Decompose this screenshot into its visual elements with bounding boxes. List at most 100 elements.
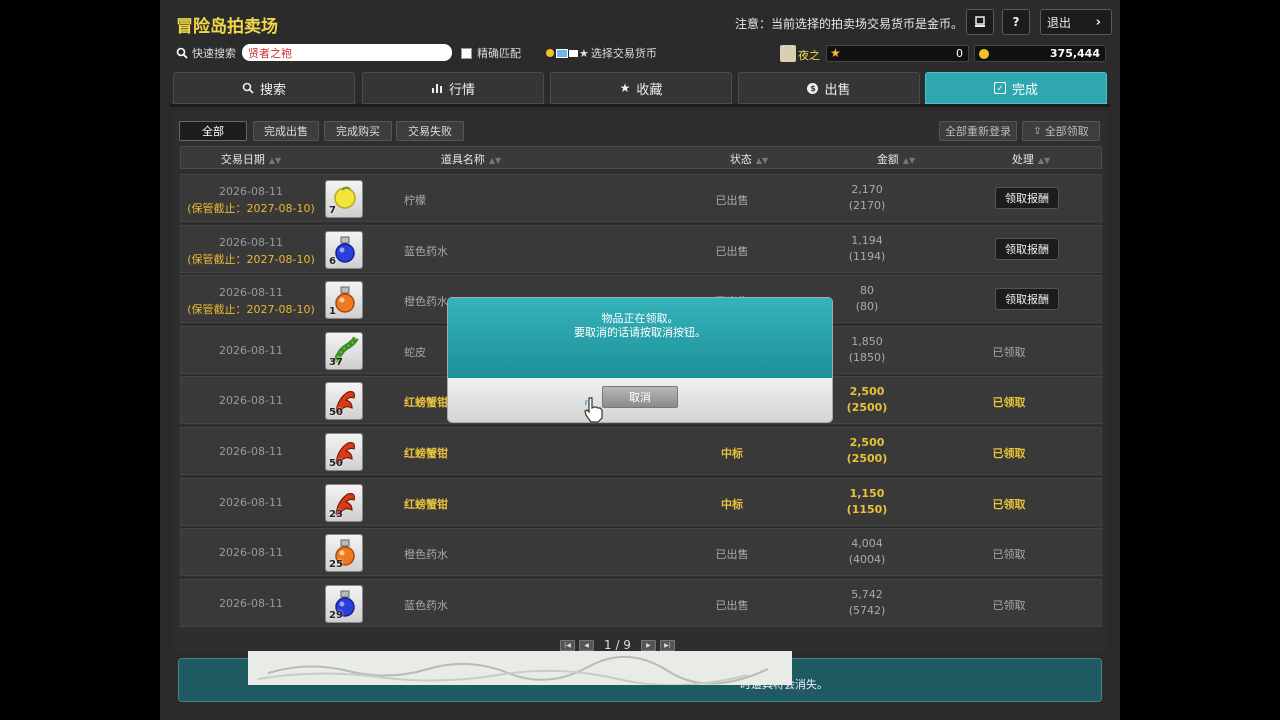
amount-value: 4,004 <box>851 537 883 551</box>
points-display: ★ 0 <box>826 45 969 62</box>
card-icon <box>569 49 578 57</box>
item-quantity: 6 <box>329 255 336 267</box>
last-page-button[interactable]: ▶| <box>659 639 675 651</box>
tab-divider <box>170 104 1110 107</box>
search-label: 快速搜索 <box>192 47 236 60</box>
filter-failed[interactable]: 交易失败 <box>396 121 464 141</box>
crab-claw-icon: 50 <box>325 382 363 421</box>
prev-page-button[interactable]: ◀ <box>579 639 594 651</box>
app-title: 冒险岛拍卖场 <box>176 17 278 37</box>
column-header-item[interactable]: 道具名称 ▲▼ <box>441 151 501 167</box>
tab-favorites[interactable]: ★ 收藏 <box>550 72 732 104</box>
sort-icon: ▲▼ <box>268 156 282 165</box>
tab-complete[interactable]: ✓ 完成 <box>925 72 1107 104</box>
storage-deadline: (保管截止：2027-08-10) <box>187 202 315 215</box>
claimed-label: 已领取 <box>992 548 1026 562</box>
item-name: 橙色药水 <box>404 295 448 309</box>
crab-claw-icon: 23 <box>325 483 363 522</box>
filter-sold[interactable]: 完成出售 <box>253 121 319 141</box>
star-icon: ★ <box>830 46 841 60</box>
bar-chart-icon <box>431 84 442 93</box>
trade-date: 2026-08-11 <box>219 343 283 357</box>
claim-reward-button[interactable]: 领取报酬 <box>995 187 1059 209</box>
filter-all[interactable]: 全部 <box>179 121 247 141</box>
relist-all-button[interactable]: 全部重新登录 <box>939 121 1017 141</box>
cancel-button[interactable]: 取消 <box>602 386 678 408</box>
amount-raw: (2500) <box>846 452 888 465</box>
amount-raw: (5742) <box>848 603 886 617</box>
amount-value: 1,194 <box>851 233 883 247</box>
amount-raw: (1850) <box>848 350 886 364</box>
tab-label: 出售 <box>824 82 851 98</box>
exact-match-option[interactable]: 精确匹配 <box>461 44 521 62</box>
item-name: 橙色药水 <box>404 548 448 562</box>
item-name: 红螃蟹钳 <box>404 497 448 511</box>
column-header-status[interactable]: 状态 ▲▼ <box>730 151 768 167</box>
snake-skin-icon: 37 <box>325 331 363 370</box>
claim-all-label: 全部领取 <box>1044 125 1089 138</box>
claim-reward-button[interactable]: 领取报酬 <box>995 237 1059 260</box>
trade-date: 2026-08-11 <box>219 286 283 300</box>
storage-deadline: (保管截止：2027-08-10) <box>187 303 315 317</box>
trade-status: 已出售 <box>715 598 749 612</box>
claimed-label: 已领取 <box>992 447 1026 460</box>
blue-potion-icon: 6 <box>325 230 363 269</box>
item-name: 蛇皮 <box>404 345 426 359</box>
table-row: 2026-08-11 (保管截止：2027-08-10) 6 蓝色药水 已出售 1,194… <box>180 224 1102 273</box>
item-quantity: 23 <box>329 508 343 520</box>
trade-status: 已出售 <box>715 548 749 562</box>
amount-raw: (1194) <box>848 249 886 263</box>
dialog-button-area: 取消 <box>448 378 832 422</box>
item-quantity: 50 <box>329 458 343 469</box>
claimed-label: 已领取 <box>992 598 1026 612</box>
table-row: 2026-08-11 (保管截止：2027-08-10) 7 柠檬 已出售 2,170 (2… <box>180 174 1102 222</box>
claimed-label: 已领取 <box>992 345 1026 359</box>
storage-deadline: (保管截止：2027-08-10) <box>187 252 315 266</box>
chevron-right-icon: › <box>1095 14 1101 30</box>
amount-raw: (2170) <box>848 199 886 212</box>
currency-select[interactable]: ★ 选择交易货币 <box>546 44 657 62</box>
meso-value: 375,444 <box>1049 47 1100 60</box>
window-icon <box>975 16 985 27</box>
exit-label: 退出 <box>1047 15 1072 30</box>
trade-date: 2026-08-11 <box>219 394 283 408</box>
column-header-amount[interactable]: 金额 ▲▼ <box>877 151 915 167</box>
filter-bought[interactable]: 完成购买 <box>324 121 392 141</box>
currency-select-label: 选择交易货币 <box>590 47 657 60</box>
exit-button[interactable]: 退出 › <box>1040 9 1112 35</box>
tab-label: 完成 <box>1011 82 1038 98</box>
claimed-label: 已领取 <box>992 497 1026 511</box>
claimed-label: 已领取 <box>992 396 1026 410</box>
trade-date: 2026-08-11 <box>219 235 283 249</box>
pagination: |◀ ◀ 1 / 9 ▶ ▶| <box>560 638 675 652</box>
claim-all-button[interactable]: ⇪ 全部领取 <box>1022 121 1100 141</box>
item-quantity: 25 <box>329 559 343 571</box>
points-value: 0 <box>956 47 963 60</box>
trade-status: 已出售 <box>715 244 749 258</box>
sort-icon: ▲▼ <box>902 156 916 165</box>
column-header-date[interactable]: 交易日期 ▲▼ <box>221 151 281 167</box>
column-header-action[interactable]: 处理 ▲▼ <box>1012 151 1050 167</box>
tab-search[interactable]: 搜索 <box>173 72 355 104</box>
trade-status: 已出售 <box>715 194 749 207</box>
orange-potion-icon: 25 <box>325 534 363 573</box>
help-button[interactable]: ? <box>1002 9 1030 35</box>
star-icon: ★ <box>619 81 631 95</box>
claim-reward-button[interactable]: 领取报酬 <box>995 288 1059 311</box>
orange-potion-icon: 1 <box>325 281 363 320</box>
tab-market[interactable]: 行情 <box>362 72 544 104</box>
trade-status: 中标 <box>721 447 743 460</box>
tab-sell[interactable]: $ 出售 <box>738 72 920 104</box>
first-page-button[interactable]: |◀ <box>560 639 575 651</box>
page-indicator: 1 / 9 <box>604 638 631 652</box>
exact-match-checkbox[interactable] <box>461 47 472 59</box>
next-page-button[interactable]: ▶ <box>640 639 656 651</box>
minimize-button[interactable] <box>966 9 994 35</box>
amount-value: 1,850 <box>851 334 883 348</box>
amount-value: 2,170 <box>851 183 883 196</box>
search-input[interactable] <box>242 44 452 61</box>
table-row: 2026-08-11 23 红螃蟹钳 中标 1,150 (1150) 已领取 <box>180 477 1102 526</box>
trade-date: 2026-08-11 <box>219 495 283 509</box>
item-name: 红螃蟹钳 <box>404 396 448 410</box>
search-icon <box>176 47 188 59</box>
